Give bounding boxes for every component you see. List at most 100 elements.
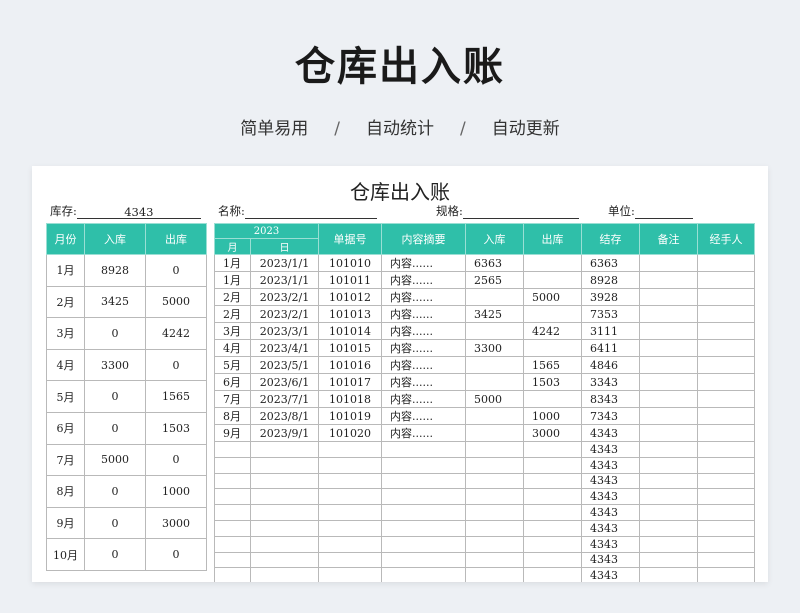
out-cell[interactable]: 4242 bbox=[145, 317, 207, 350]
date-cell[interactable]: 2023/9/1 bbox=[249, 424, 320, 442]
doc-no-cell[interactable] bbox=[318, 456, 383, 474]
doc-no-cell[interactable] bbox=[318, 488, 383, 506]
handler-cell[interactable] bbox=[697, 339, 756, 357]
date-cell[interactable] bbox=[249, 441, 320, 458]
out-cell[interactable]: 1565 bbox=[523, 356, 583, 374]
in-cell[interactable]: 3425 bbox=[84, 285, 146, 319]
doc-no-cell[interactable] bbox=[318, 519, 383, 537]
in-cell[interactable] bbox=[465, 288, 525, 306]
out-cell[interactable] bbox=[523, 339, 583, 357]
month-cell[interactable]: 10月 bbox=[46, 538, 85, 571]
month-cell[interactable]: 3月 bbox=[214, 322, 251, 340]
out-cell[interactable] bbox=[523, 456, 583, 474]
in-cell[interactable]: 0 bbox=[84, 317, 146, 350]
summary-cell[interactable] bbox=[381, 456, 467, 474]
in-cell[interactable] bbox=[465, 456, 525, 474]
name-value[interactable] bbox=[244, 205, 377, 219]
month-cell[interactable]: 5月 bbox=[46, 380, 85, 413]
in-cell[interactable]: 0 bbox=[84, 411, 146, 445]
month-cell[interactable] bbox=[214, 551, 251, 569]
summary-cell[interactable] bbox=[381, 504, 467, 521]
date-cell[interactable] bbox=[249, 472, 320, 490]
doc-no-cell[interactable] bbox=[318, 472, 383, 490]
out-cell[interactable]: 3000 bbox=[523, 424, 583, 442]
month-cell[interactable]: 2月 bbox=[214, 288, 251, 306]
in-cell[interactable] bbox=[465, 519, 525, 537]
summary-cell[interactable]: 内容...... bbox=[381, 288, 467, 306]
doc-no-cell[interactable]: 101016 bbox=[318, 356, 383, 374]
in-cell[interactable] bbox=[465, 488, 525, 506]
balance-cell[interactable]: 4343 bbox=[581, 472, 641, 490]
summary-cell[interactable]: 内容...... bbox=[381, 305, 467, 323]
balance-cell[interactable]: 4343 bbox=[581, 504, 641, 521]
doc-no-cell[interactable]: 101017 bbox=[318, 373, 383, 391]
summary-cell[interactable]: 内容...... bbox=[381, 424, 467, 442]
out-cell[interactable]: 1000 bbox=[145, 475, 207, 508]
remark-cell[interactable] bbox=[639, 390, 699, 408]
summary-cell[interactable] bbox=[381, 567, 467, 582]
out-cell[interactable] bbox=[523, 567, 583, 582]
month-cell[interactable] bbox=[214, 535, 251, 553]
date-cell[interactable]: 2023/7/1 bbox=[249, 390, 320, 408]
in-cell[interactable] bbox=[465, 504, 525, 521]
month-cell[interactable]: 9月 bbox=[214, 424, 251, 442]
month-cell[interactable]: 9月 bbox=[46, 506, 85, 540]
remark-cell[interactable] bbox=[639, 322, 699, 340]
month-cell[interactable]: 3月 bbox=[46, 317, 85, 350]
summary-cell[interactable] bbox=[381, 535, 467, 553]
in-cell[interactable]: 3300 bbox=[465, 339, 525, 357]
doc-no-cell[interactable]: 101019 bbox=[318, 407, 383, 425]
summary-cell[interactable]: 内容...... bbox=[381, 373, 467, 391]
summary-cell[interactable] bbox=[381, 488, 467, 506]
month-cell[interactable]: 6月 bbox=[214, 373, 251, 391]
out-cell[interactable] bbox=[523, 519, 583, 537]
doc-no-cell[interactable]: 101015 bbox=[318, 339, 383, 357]
remark-cell[interactable] bbox=[639, 271, 699, 289]
out-cell[interactable] bbox=[523, 254, 583, 272]
handler-cell[interactable] bbox=[697, 441, 756, 458]
handler-cell[interactable] bbox=[697, 504, 756, 521]
month-cell[interactable]: 1月 bbox=[214, 271, 251, 289]
balance-cell[interactable]: 3111 bbox=[581, 322, 641, 340]
month-cell[interactable]: 7月 bbox=[214, 390, 251, 408]
date-cell[interactable] bbox=[249, 519, 320, 537]
date-cell[interactable] bbox=[249, 488, 320, 506]
out-cell[interactable] bbox=[523, 535, 583, 553]
month-cell[interactable] bbox=[214, 472, 251, 490]
summary-cell[interactable]: 内容...... bbox=[381, 407, 467, 425]
remark-cell[interactable] bbox=[639, 288, 699, 306]
out-cell[interactable] bbox=[523, 472, 583, 490]
spec-value[interactable] bbox=[462, 205, 579, 219]
summary-cell[interactable] bbox=[381, 472, 467, 490]
out-cell[interactable] bbox=[523, 551, 583, 569]
date-cell[interactable]: 2023/8/1 bbox=[249, 407, 320, 425]
date-cell[interactable] bbox=[249, 504, 320, 521]
in-cell[interactable] bbox=[465, 356, 525, 374]
balance-cell[interactable]: 4343 bbox=[581, 424, 641, 442]
remark-cell[interactable] bbox=[639, 441, 699, 458]
month-cell[interactable] bbox=[214, 456, 251, 474]
month-cell[interactable]: 1月 bbox=[46, 254, 85, 287]
handler-cell[interactable] bbox=[697, 373, 756, 391]
month-cell[interactable] bbox=[214, 504, 251, 521]
balance-cell[interactable]: 4846 bbox=[581, 356, 641, 374]
out-cell[interactable] bbox=[523, 504, 583, 521]
handler-cell[interactable] bbox=[697, 254, 756, 272]
month-cell[interactable] bbox=[214, 567, 251, 582]
out-cell[interactable]: 1565 bbox=[145, 380, 207, 413]
date-cell[interactable] bbox=[249, 567, 320, 582]
remark-cell[interactable] bbox=[639, 407, 699, 425]
summary-cell[interactable] bbox=[381, 551, 467, 569]
remark-cell[interactable] bbox=[639, 567, 699, 582]
out-cell[interactable] bbox=[523, 441, 583, 458]
summary-cell[interactable] bbox=[381, 441, 467, 458]
in-cell[interactable] bbox=[465, 472, 525, 490]
handler-cell[interactable] bbox=[697, 456, 756, 474]
in-cell[interactable]: 8928 bbox=[84, 254, 146, 287]
handler-cell[interactable] bbox=[697, 288, 756, 306]
balance-cell[interactable]: 4343 bbox=[581, 519, 641, 537]
handler-cell[interactable] bbox=[697, 535, 756, 553]
month-cell[interactable] bbox=[214, 519, 251, 537]
date-cell[interactable]: 2023/2/1 bbox=[249, 305, 320, 323]
date-cell[interactable] bbox=[249, 551, 320, 569]
